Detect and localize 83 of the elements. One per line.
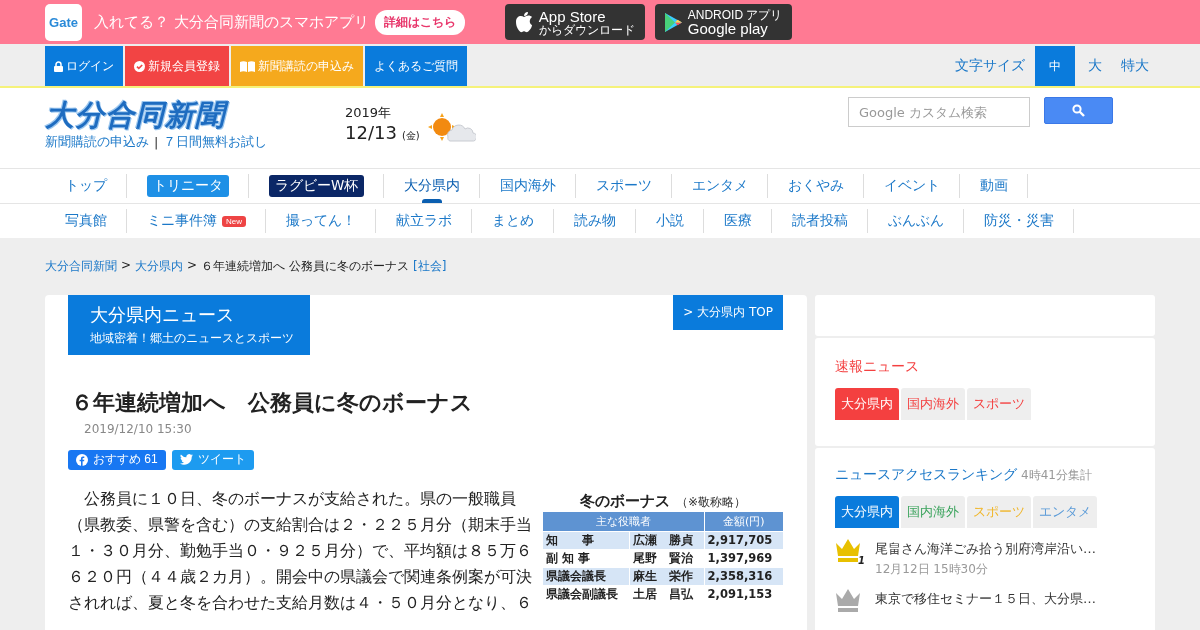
breadcrumb-current: ６年連続増加へ 公務員に冬のボーナス — [201, 258, 409, 275]
category-link[interactable]: [社会] — [412, 258, 447, 275]
weekday-text: (金) — [401, 130, 420, 141]
app-logo[interactable]: Gate — [45, 3, 82, 41]
check-icon — [134, 60, 145, 72]
nav-link[interactable]: ミニ事件簿 — [147, 212, 217, 230]
nav-tab[interactable]: スポーツ — [576, 169, 673, 203]
table-header-cell: 主な役職者 — [542, 511, 705, 532]
breadcrumb-link[interactable]: 大分合同新聞 — [45, 258, 117, 275]
nav-tab[interactable]: ラグビーW杯 — [249, 169, 385, 203]
table-title: 冬のボーナス — [579, 491, 670, 511]
account-link[interactable]: ログイン — [45, 46, 123, 86]
nav-link[interactable]: 防災・災害 — [984, 212, 1054, 230]
facebook-icon — [76, 453, 88, 466]
nav-link[interactable]: 写真館 — [65, 212, 107, 230]
nav-link[interactable]: まとめ — [492, 212, 534, 230]
nav-link[interactable]: 読み物 — [574, 212, 616, 230]
account-link[interactable]: 新規会員登録 — [125, 46, 229, 86]
apple-icon — [514, 11, 533, 33]
book-icon — [240, 60, 255, 72]
article-date: 2019/12/10 15:30 — [84, 421, 193, 436]
news-tab[interactable]: 国内海外 — [901, 388, 965, 420]
ranking-item-link[interactable]: 東京で移住セミナー１５日、大分県… — [875, 591, 1096, 606]
nav-tab[interactable]: おくやみ — [768, 169, 865, 203]
rank-number: 1 — [858, 555, 865, 566]
new-badge: New — [222, 215, 246, 227]
ranking-updated: 4時41分集計 — [1021, 467, 1092, 484]
article-title: ６年連続増加へ 公務員に冬のボーナス — [71, 389, 474, 417]
search-button[interactable] — [1044, 97, 1113, 124]
font-size-label: 文字サイズ — [955, 57, 1025, 75]
breadcrumb-separator: > — [187, 258, 198, 274]
nav-tab[interactable]: トップ — [45, 169, 127, 203]
search-field[interactable]: Google カスタム検索 — [848, 97, 1030, 127]
play-icon — [664, 12, 682, 32]
tweet-button[interactable]: ツイート — [171, 449, 254, 470]
nav-tab[interactable]: 大分県内 — [384, 169, 481, 203]
date-year: 2019年 — [345, 104, 393, 122]
table-cell: 尾野 賢治 — [629, 549, 705, 568]
article-body: 公務員に１０日、冬のボーナスが支給された。県の一般職員（県教委、県警を含む）の支給割合は２・２２５月分（期末手当１・３０月分、勤勉手当０・９２５月分）で、平均額は８５万６６２０円（４４歳２カ月）。開会中の県議会で関連条例案が可決されれば、夏と冬を合わせた支給月数は４・５０月分となり、６ — [68, 487, 533, 614]
search-icon — [1072, 104, 1085, 117]
date-text: 12/13 — [345, 122, 397, 143]
nav-link[interactable]: 小説 — [656, 212, 684, 230]
news-tab[interactable]: 国内海外 — [901, 496, 965, 528]
app-store-badge[interactable]: App Store からダウンロード — [504, 4, 645, 40]
breaking-news-title: 速報ニュース — [835, 358, 920, 376]
facebook-button[interactable]: おすすめ 61 — [68, 449, 166, 470]
table-note: （※敬称略） — [675, 493, 747, 511]
bird-icon — [179, 454, 193, 466]
nav-tab[interactable]: イベント — [864, 169, 961, 203]
nav-tab[interactable]: 国内海外 — [480, 169, 577, 203]
font-size-option[interactable]: 特大 — [1115, 46, 1155, 86]
free-trial-link[interactable]: ７日間無料お試し — [163, 133, 268, 152]
breadcrumb-separator: > — [121, 258, 132, 274]
nav-link[interactable]: 医療 — [724, 212, 752, 230]
section-header: 大分県内ニュース 地域密着！郷土のニュースとスポーツ — [68, 295, 310, 355]
news-tab[interactable]: エンタメ — [1033, 496, 1097, 528]
nav-tab[interactable]: 動画 — [960, 169, 1029, 203]
banner-text: 入れてる？ 大分合同新聞のスマホアプリ — [94, 12, 369, 32]
details-button[interactable]: 詳細はこちら — [374, 9, 465, 35]
nav-link[interactable]: 献立ラボ — [396, 212, 452, 230]
nav-tab[interactable]: トリニータ — [127, 169, 249, 203]
news-tab[interactable]: 大分県内 — [835, 496, 899, 528]
section-top-link[interactable]: > 大分県内 TOP — [673, 295, 783, 330]
table-header-cell: 金額(円) — [704, 511, 784, 532]
lock-icon — [54, 60, 63, 72]
nav-tab[interactable]: エンタメ — [672, 169, 769, 203]
account-link[interactable]: よくあるご質問 — [365, 46, 467, 86]
ranking-item-time: 12月12日 15時30分 — [875, 561, 989, 578]
font-size-option[interactable]: 中 — [1035, 46, 1075, 86]
subscribe-link[interactable]: 新聞購読の申込み — [45, 133, 149, 152]
ranking-item-link[interactable]: 尾畠さん海洋ごみ拾う別府湾岸沿い… — [875, 541, 1096, 556]
link-separator: | — [154, 134, 159, 150]
nav-link[interactable]: 読者投稿 — [792, 212, 848, 230]
site-logo[interactable]: 大分合同新聞 — [45, 100, 345, 131]
ranking-title: ニュースアクセスランキング — [835, 466, 1017, 484]
google-play-badge[interactable]: ANDROID アプリ Google play — [654, 4, 793, 40]
news-tab[interactable]: スポーツ — [967, 388, 1031, 420]
news-tab[interactable]: 大分県内 — [835, 388, 899, 420]
breadcrumb-link[interactable]: 大分県内 — [135, 258, 184, 275]
nav-link[interactable]: 撮ってん！ — [286, 212, 356, 230]
nav-link[interactable]: ぶんぶん — [888, 212, 944, 230]
font-size-option[interactable]: 大 — [1075, 46, 1115, 86]
sun-cloud-icon — [427, 113, 476, 143]
